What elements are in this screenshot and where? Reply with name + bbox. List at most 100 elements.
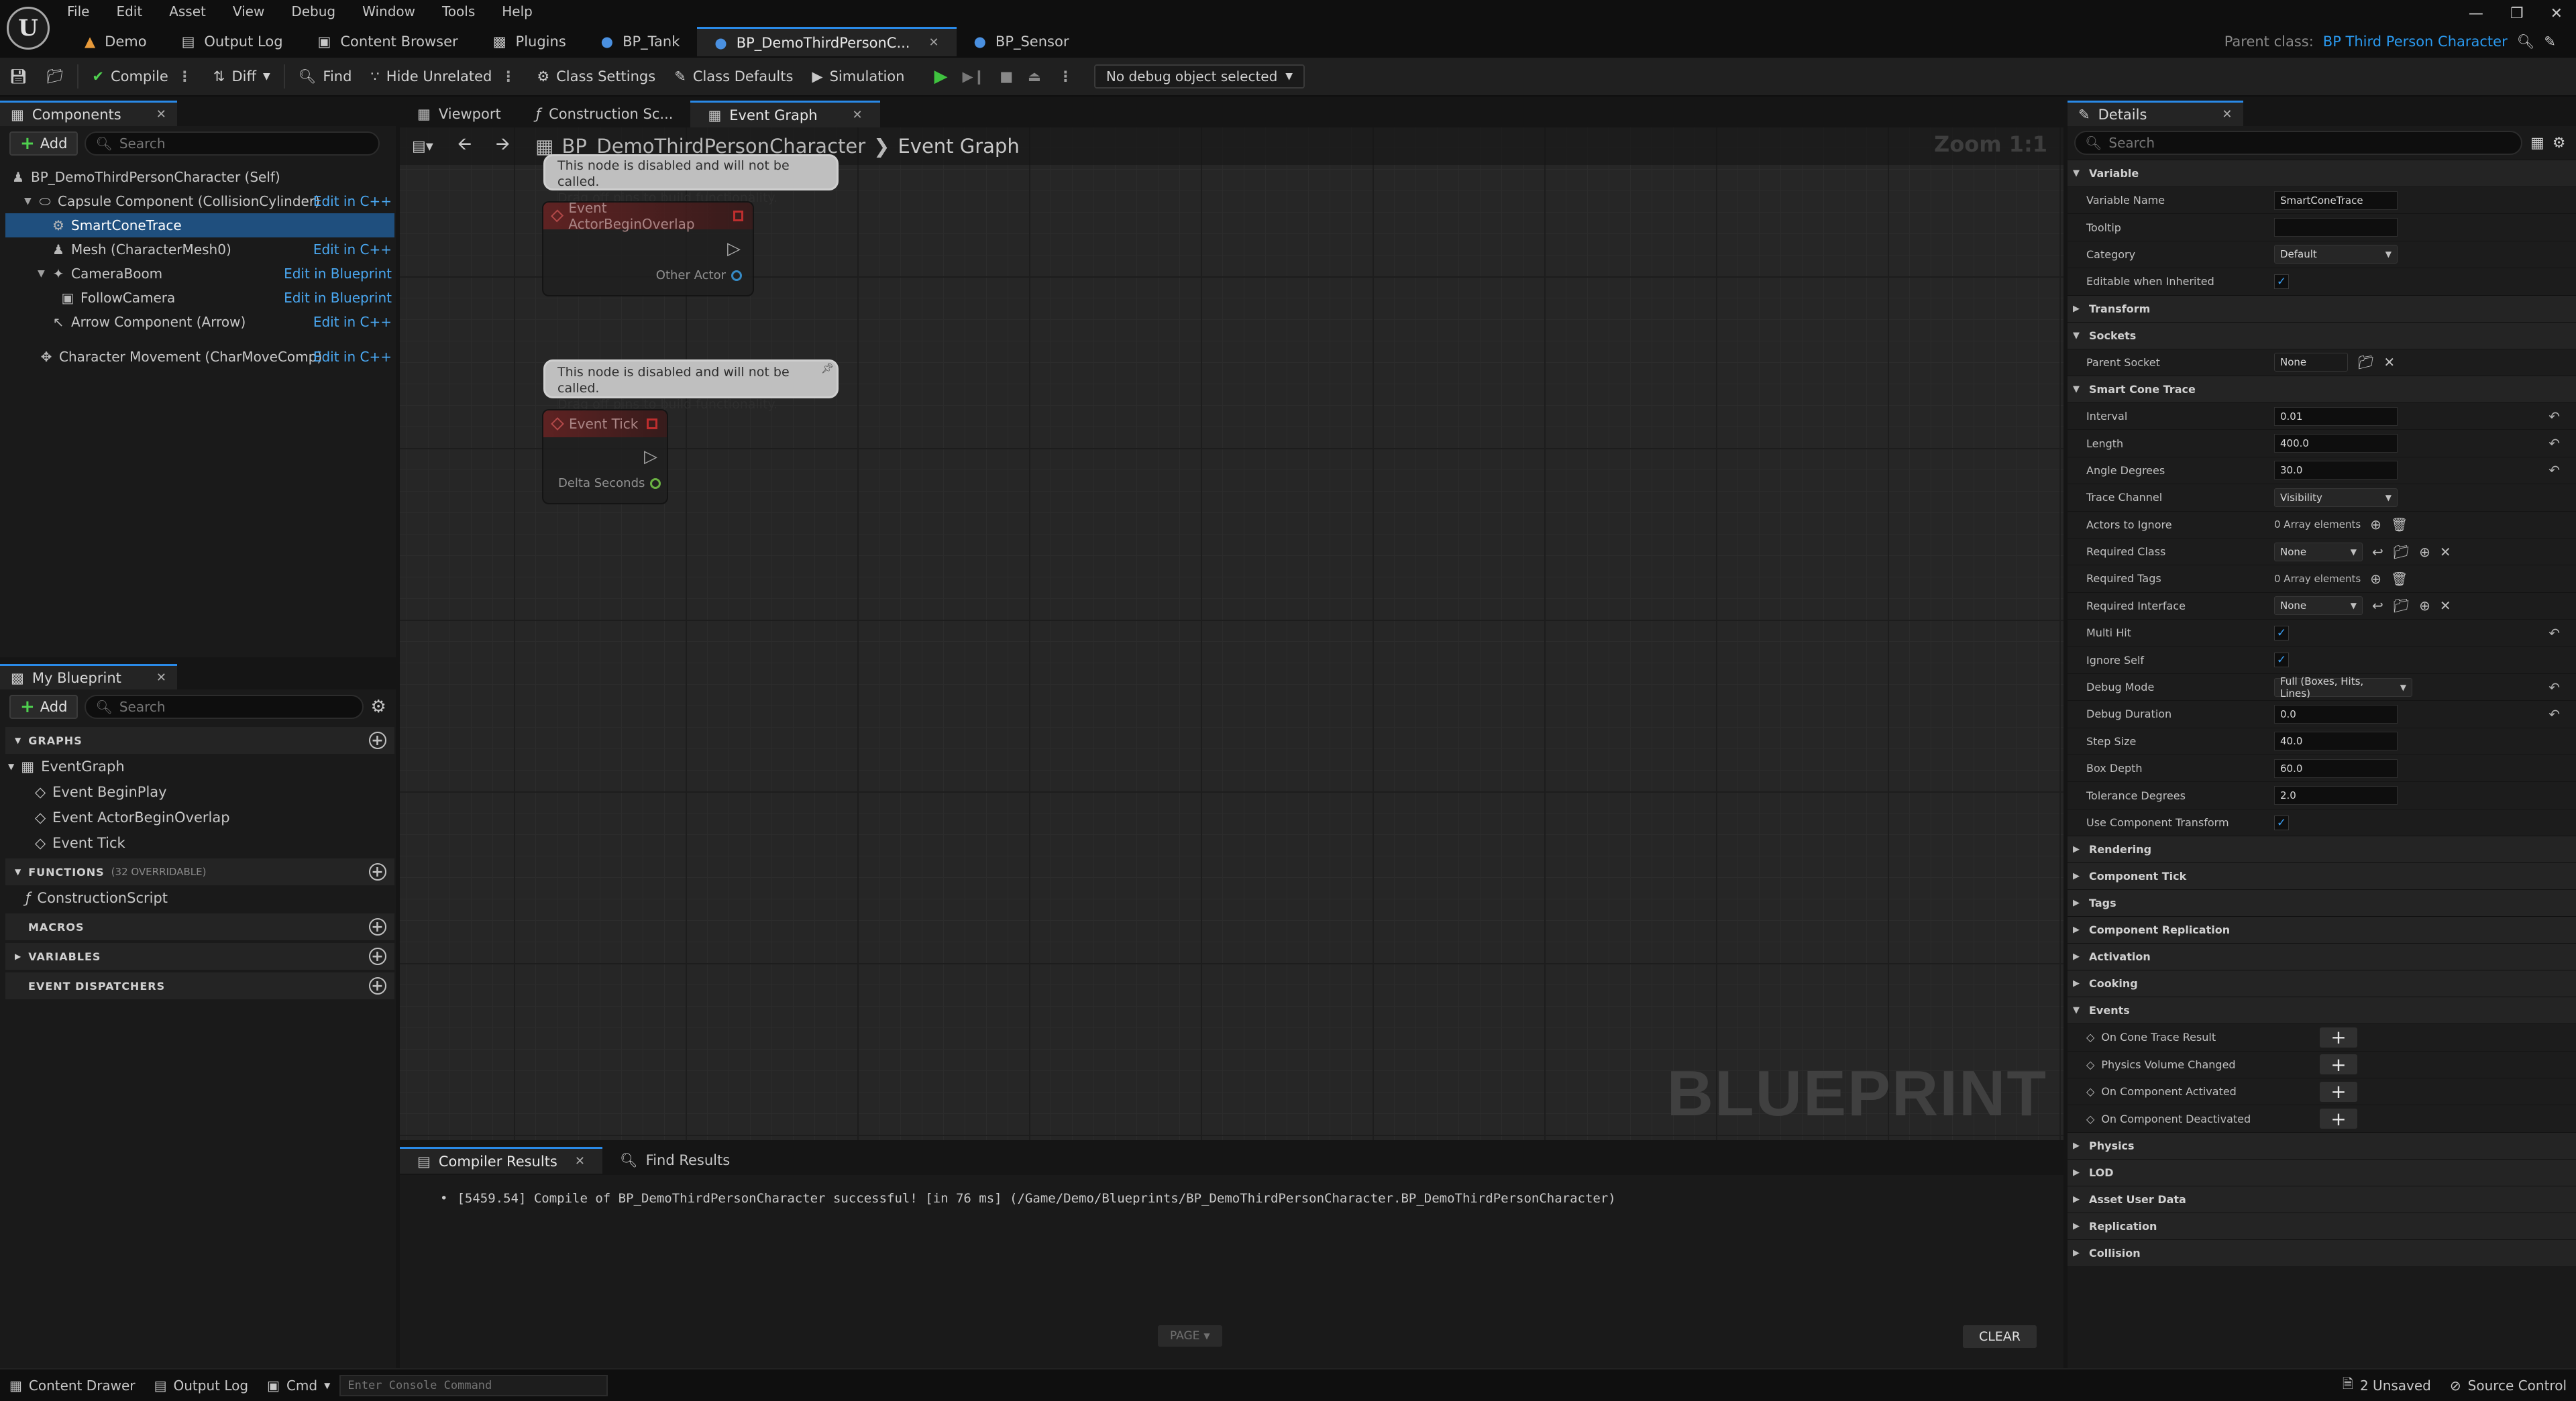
compile-button[interactable]: ✔ Compile ⋮ [83,57,204,96]
use-selected-icon[interactable]: ↩ [2372,544,2383,560]
gear-icon[interactable]: ⚙ [2553,135,2566,152]
reset-to-default-icon[interactable]: ↶ [2548,462,2560,478]
interval-input[interactable]: 0.01 [2274,406,2398,426]
add-member-button[interactable]: + Add [9,695,78,719]
category-component-tick[interactable]: ▶ Component Tick [2068,862,2576,890]
tab-compiler-results[interactable]: ▤ Compiler Results ✕ [400,1147,602,1174]
pin-comment-icon[interactable]: 📌︎ [821,360,834,376]
add-element-icon[interactable]: ⊕ [2370,571,2381,587]
category-cooking[interactable]: ▶ Cooking [2068,970,2576,997]
content-drawer-button[interactable]: ▦ Content Drawer [0,1369,145,1401]
category-collision[interactable]: ▶ Collision [2068,1239,2576,1266]
tolerance-input[interactable]: 2.0 [2274,786,2398,805]
caret-down-icon[interactable]: ▼ [38,268,50,279]
category-sockets[interactable]: ▼ Sockets [2068,321,2576,349]
my-blueprint-search-input[interactable] [119,699,354,715]
reset-to-default-icon[interactable]: ↶ [2548,625,2560,641]
tab-event-graph[interactable]: ▦ Event Graph ✕ [690,101,880,127]
debug-object-select[interactable]: No debug object selected ▼ [1093,64,1305,89]
diff-button[interactable]: ⇅ Diff ▼ [204,57,280,96]
tooltip-input[interactable] [2274,218,2398,237]
add-event-button[interactable]: + [2320,1026,2357,1048]
add-graph-icon[interactable]: + [369,732,386,749]
reset-to-default-icon[interactable]: ↶ [2548,706,2560,722]
tab-find-results[interactable]: 🔍︎ Find Results [602,1147,747,1174]
tab-demo[interactable]: ▲ Demo [67,27,164,56]
simulation-button[interactable]: ▶ Simulation [802,57,914,96]
browse-icon[interactable]: 📁︎ [2393,598,2410,614]
section-graphs[interactable]: ▼ GRAPHS + [5,727,394,754]
close-tab-icon[interactable]: ✕ [853,108,863,122]
step-icon[interactable]: ▶❙ [962,68,985,85]
trace-channel-combo[interactable]: Visibility ▼ [2274,488,2398,507]
node-event-tick[interactable]: Event Tick ▷ Delta Seconds [543,410,667,503]
clear-icon[interactable]: ✕ [2440,598,2451,614]
more-options-icon[interactable]: ⋮ [498,68,518,85]
category-combo[interactable]: Default ▼ [2274,245,2398,264]
caret-down-icon[interactable]: ▼ [8,762,14,771]
add-component-button[interactable]: + Add [9,131,78,156]
section-variables[interactable]: ▶ VARIABLES + [5,943,394,970]
tab-construction-script[interactable]: ƒ Construction Sc... [519,101,691,127]
add-event-button[interactable]: + [2320,1108,2357,1130]
close-tab-icon[interactable]: ✕ [575,1154,585,1168]
graph-menu-icon[interactable]: ▤▾ [400,138,445,155]
category-smart-cone-trace[interactable]: ▼ Smart Cone Trace [2068,375,2576,402]
debug-duration-input[interactable]: 0.0 [2274,704,2398,724]
category-events[interactable]: ▼ Events [2068,997,2576,1024]
menu-help[interactable]: Help [488,0,546,23]
play-options-icon[interactable]: ⋮ [1056,68,1075,85]
category-asset-user-data[interactable]: ▶ Asset User Data [2068,1185,2576,1213]
browse-button[interactable]: 📁︎ [37,57,74,96]
stop-icon[interactable]: ■ [1000,68,1013,85]
trash-icon[interactable]: 🗑︎ [2391,516,2408,533]
gear-icon[interactable]: ⚙ [370,697,386,717]
section-functions[interactable]: ▼ FUNCTIONS (32 OVERRIDABLE) + [5,858,394,885]
caret-down-icon[interactable]: ▼ [24,196,36,207]
step-size-input[interactable]: 40.0 [2274,732,2398,751]
ignore-self-checkbox[interactable]: ✓ [2274,653,2289,668]
section-event-dispatchers[interactable]: EVENT DISPATCHERS + [5,972,394,999]
function-item-constructionscript[interactable]: ƒ ConstructionScript [5,885,396,911]
add-event-button[interactable]: + [2320,1080,2357,1103]
components-search-input[interactable] [119,135,370,152]
category-variable[interactable]: ▼ Variable [2068,160,2576,186]
category-component-replication[interactable]: ▶ Component Replication [2068,916,2576,944]
required-interface-combo[interactable]: None ▼ [2274,596,2363,616]
source-control-button[interactable]: ⊘ Source Control [2440,1369,2576,1401]
category-tags[interactable]: ▶ Tags [2068,889,2576,917]
box-depth-input[interactable]: 60.0 [2274,759,2398,778]
event-item-tick[interactable]: ◇ Event Tick [5,830,396,856]
forward-arrow-icon[interactable]: 🡪︎ [484,131,522,161]
category-rendering[interactable]: ▶ Rendering [2068,836,2576,863]
add-element-icon[interactable]: ⊕ [2370,516,2381,533]
delegate-pin-icon[interactable] [647,418,657,429]
section-macros[interactable]: MACROS + [5,913,394,940]
category-physics[interactable]: ▶ Physics [2068,1131,2576,1159]
search-icon[interactable]: 🔍︎ [2517,34,2535,50]
add-icon[interactable]: ⊕ [2419,598,2430,614]
browse-socket-icon[interactable]: 📁︎ [2357,354,2374,370]
play-icon[interactable]: ▶ [934,66,947,87]
add-function-icon[interactable]: + [369,863,386,881]
parent-class-link[interactable]: BP Third Person Character [2323,34,2508,50]
clear-icon[interactable]: ✕ [2440,544,2451,560]
editable-checkbox[interactable]: ✓ [2274,274,2289,289]
variable-name-input[interactable]: SmartConeTrace [2274,190,2398,210]
required-class-combo[interactable]: None ▼ [2274,542,2363,561]
tab-viewport[interactable]: ▦ Viewport [400,101,519,127]
use-selected-icon[interactable]: ↩ [2372,598,2383,614]
edit-in-blueprint-link[interactable]: Edit in Blueprint [284,290,392,306]
event-item-beginplay[interactable]: ◇ Event BeginPlay [5,779,396,805]
category-transform[interactable]: ▶ Transform [2068,294,2576,322]
edit-in-cpp-link[interactable]: Edit in C++ [313,314,392,330]
parent-socket-value[interactable]: None [2274,353,2348,372]
hide-unrelated-button[interactable]: ∵ Hide Unrelated ⋮ [361,57,527,96]
menu-window[interactable]: Window [349,0,429,23]
tree-row-self[interactable]: ♟ BP_DemoThirdPersonCharacter (Self) [5,165,394,189]
pin-delta-seconds[interactable]: Delta Seconds [558,476,661,490]
class-defaults-button[interactable]: ✎ Class Defaults [665,57,802,96]
category-lod[interactable]: ▶ LOD [2068,1158,2576,1186]
unsaved-button[interactable]: 🗎︎ 2 Unsaved [2333,1369,2440,1401]
add-event-button[interactable]: + [2320,1054,2357,1076]
